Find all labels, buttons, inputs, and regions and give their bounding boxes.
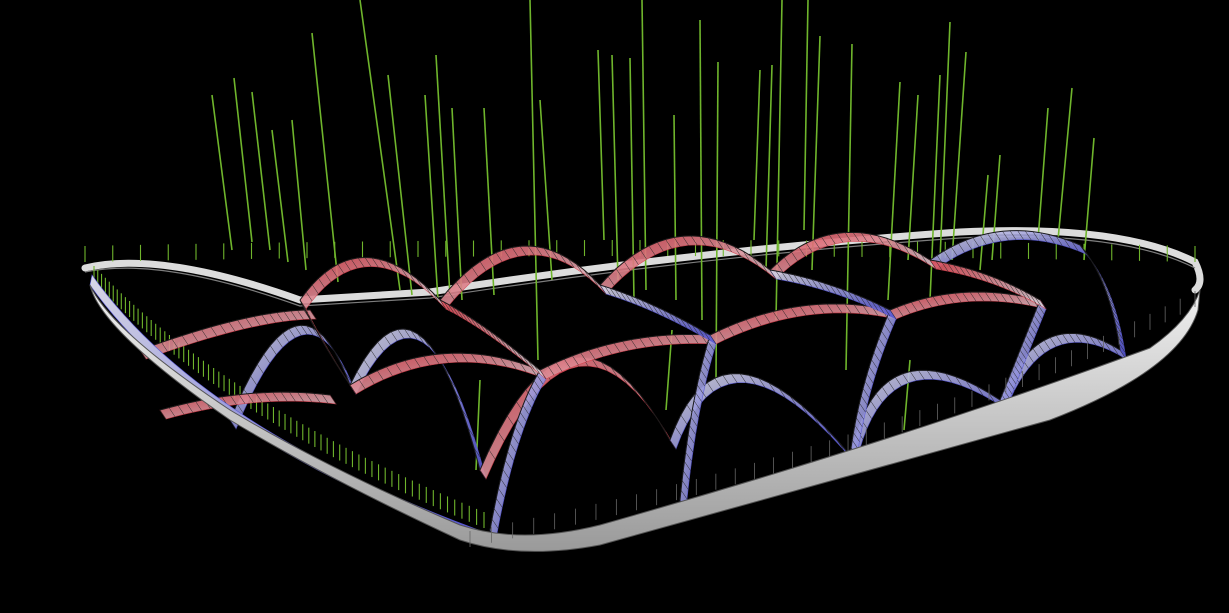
load-vector (271, 129, 289, 263)
load-vector (845, 43, 853, 371)
load-vector (699, 19, 703, 321)
rib-face (349, 328, 487, 480)
load-vector (811, 35, 821, 271)
load-vector (529, 0, 539, 361)
load-vector (311, 32, 339, 283)
load-vector (435, 54, 451, 297)
load-vector (765, 64, 773, 271)
load-vector (1057, 87, 1073, 241)
load-vector (903, 359, 911, 431)
load-vector (1083, 137, 1095, 261)
load-vector (597, 49, 605, 241)
load-vector (673, 114, 677, 301)
load-vector (451, 107, 463, 301)
rib-network (89, 230, 1127, 546)
load-vector (641, 0, 647, 291)
load-vector (1037, 107, 1049, 241)
rib-face (159, 391, 337, 420)
load-vector (979, 174, 989, 271)
rib-face (539, 334, 717, 380)
rib-edge (1079, 244, 1121, 351)
structural-render-viewport (0, 0, 1229, 613)
rib-face (229, 324, 357, 430)
load-vector (424, 94, 439, 301)
load-vector (211, 94, 233, 251)
load-vector (291, 119, 307, 271)
rib-face (489, 369, 547, 540)
load-vector (887, 81, 901, 301)
load-vector (611, 54, 619, 281)
shell-structure-render (81, 0, 1204, 552)
load-vector (753, 69, 761, 241)
rib-face (769, 232, 937, 280)
load-vector (803, 0, 809, 231)
load-vector (939, 21, 951, 261)
load-vector (233, 77, 253, 243)
load-vector (991, 154, 1001, 261)
load-vector (387, 74, 413, 296)
load-vector (251, 91, 271, 251)
load-vector (359, 0, 401, 291)
